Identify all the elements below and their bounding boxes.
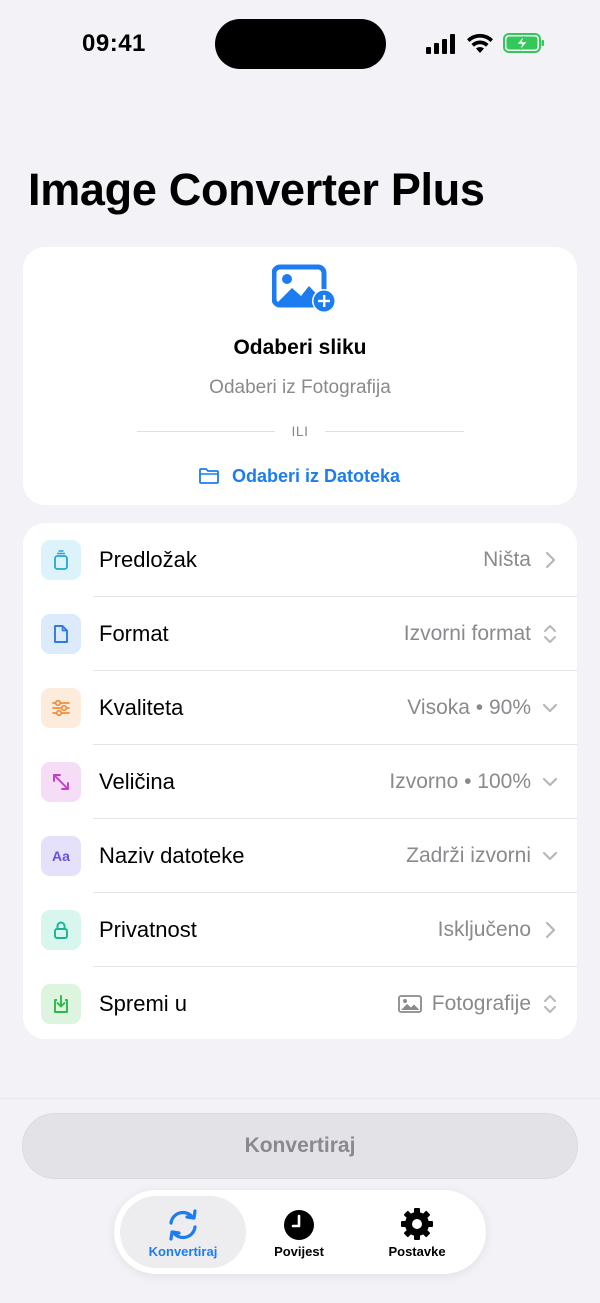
dynamic-island [215,19,386,69]
wifi-icon [467,33,493,53]
status-time: 09:41 [82,30,146,57]
status-bar: 09:41 [0,0,600,90]
chevron-updown-icon [544,995,556,1013]
choose-from-files-button[interactable]: Odaberi iz Datoteka [198,462,400,490]
setting-label: Naziv datoteke [99,843,245,868]
lock-icon [41,910,81,950]
folder-icon [199,468,219,484]
sliders-icon [41,688,81,728]
chevron-down-icon [542,703,558,713]
chevron-down-icon [542,777,558,787]
tab-label: Povijest [274,1244,324,1259]
or-label: ILI [291,423,309,439]
choose-from-photos-link[interactable]: Odaberi iz Fotografija [0,377,600,399]
tab-settings[interactable]: Postavke [364,1196,470,1268]
setting-value: Izvorni format [403,622,531,645]
clock-icon [284,1210,314,1240]
convert-arrows-icon [169,1209,197,1241]
template-icon [41,540,81,580]
tab-label: Konvertiraj [148,1244,218,1259]
divider-left [137,431,275,432]
convert-button[interactable]: Konvertiraj [22,1113,578,1179]
cellular-signal-icon [426,34,455,54]
page-title: Image Converter Plus [28,164,485,215]
chevron-down-icon [542,851,558,861]
settings-list: Predložak Ništa Format Izvorni format Kv… [23,523,577,1039]
setting-label: Privatnost [99,917,197,942]
tab-label: Postavke [388,1244,446,1259]
tab-bar: Konvertiraj Povijest Postavke [114,1190,486,1274]
tab-convert[interactable]: Konvertiraj [120,1196,246,1268]
text-aa-icon: Aa [41,836,81,876]
setting-row-format[interactable]: Format Izvorni format [23,597,577,671]
setting-label: Spremi u [99,991,188,1016]
choose-from-files-label: Odaberi iz Datoteka [232,465,401,486]
setting-value: Ništa [483,548,531,571]
setting-row-size[interactable]: Veličina Izvorno • 100% [23,745,577,819]
chevron-right-icon [545,921,556,939]
document-icon [41,614,81,654]
divider-right [325,431,464,432]
setting-label: Veličina [99,769,175,794]
gear-icon [401,1208,433,1240]
setting-row-quality[interactable]: Kvaliteta Visoka • 90% [23,671,577,745]
battery-charging-icon [503,33,544,53]
photos-icon [397,995,422,1013]
svg-text:Aa: Aa [52,848,70,864]
save-download-icon [41,984,81,1024]
setting-value: Izvorno • 100% [389,770,531,793]
add-photo-icon[interactable] [272,264,338,314]
chevron-updown-icon [544,625,556,643]
setting-row-save-to[interactable]: Spremi u Fotografije [23,967,577,1039]
setting-label: Predložak [99,547,197,572]
chevron-right-icon [545,551,556,569]
setting-row-filename[interactable]: Aa Naziv datoteke Zadrži izvorni [23,819,577,893]
setting-label: Format [99,621,169,646]
setting-row-template[interactable]: Predložak Ništa [23,523,577,597]
setting-row-privacy[interactable]: Privatnost Isključeno [23,893,577,967]
setting-value: Fotografije [397,967,531,1039]
resize-arrows-icon [41,762,81,802]
setting-value: Zadrži izvorni [406,844,531,867]
setting-value: Visoka • 90% [407,696,531,719]
setting-label: Kvaliteta [99,695,184,720]
tab-history[interactable]: Povijest [246,1196,352,1268]
picker-title[interactable]: Odaberi sliku [0,336,600,360]
setting-value: Isključeno [437,918,531,941]
